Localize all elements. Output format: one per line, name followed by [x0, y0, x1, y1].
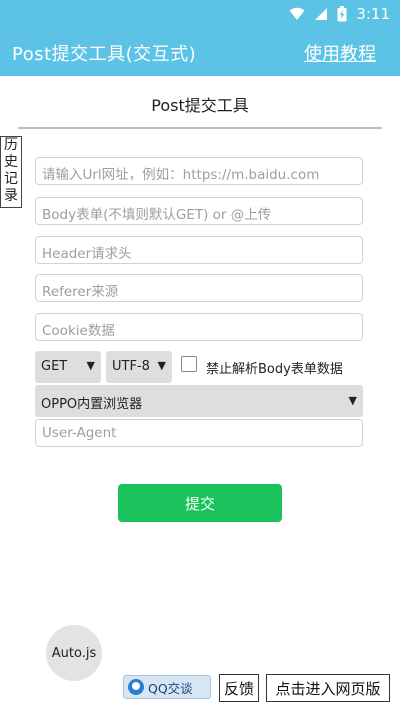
header-input[interactable]: Header请求头: [35, 236, 363, 264]
method-select[interactable]: GET ▼: [35, 351, 101, 383]
url-input[interactable]: 请输入Url网址，例如：https://m.baidu.com: [35, 157, 363, 185]
disable-body-parse-label[interactable]: 禁止解析Body表单数据: [206, 358, 343, 377]
status-bar: 3:11: [0, 0, 400, 28]
dropdown-arrow-icon: ▼: [157, 359, 166, 372]
method-value: GET: [41, 359, 68, 374]
divider: [18, 127, 382, 129]
signal-icon: [315, 8, 328, 20]
encoding-select[interactable]: UTF-8 ▼: [106, 351, 172, 383]
wifi-icon: [289, 7, 305, 20]
app-title: Post提交工具(交互式): [12, 44, 197, 65]
browser-select[interactable]: OPPO内置浏览器 ▼: [35, 385, 363, 417]
web-version-button[interactable]: 点击进入网页版: [266, 674, 390, 702]
referer-input[interactable]: Referer来源: [35, 274, 363, 302]
cookie-input[interactable]: Cookie数据: [35, 313, 363, 341]
dropdown-arrow-icon: ▼: [348, 394, 357, 407]
app-bar: Post提交工具(交互式) 使用教程: [0, 28, 400, 76]
user-agent-input[interactable]: User-Agent: [35, 419, 363, 447]
help-link[interactable]: 使用教程: [304, 40, 376, 66]
feedback-button[interactable]: 反馈: [219, 674, 259, 702]
encoding-value: UTF-8: [112, 359, 150, 374]
autojs-button[interactable]: Auto.js: [46, 625, 102, 681]
status-time: 3:11: [356, 5, 390, 23]
dropdown-arrow-icon: ▼: [86, 359, 95, 372]
status-icons: 3:11: [289, 5, 390, 23]
body-input[interactable]: Body表单(不填则默认GET) or @上传: [35, 197, 363, 225]
submit-button[interactable]: 提交: [118, 484, 282, 522]
qq-icon: [128, 679, 144, 695]
page-title: Post提交工具: [151, 96, 249, 115]
disable-body-parse-checkbox[interactable]: [181, 356, 197, 372]
battery-charging-icon: [337, 6, 347, 22]
qq-chat-button[interactable]: QQ交谈: [123, 675, 211, 699]
qq-chat-label: QQ交谈: [148, 680, 193, 696]
browser-value: OPPO内置浏览器: [41, 397, 143, 412]
history-tab[interactable]: 历史记录: [0, 136, 22, 208]
